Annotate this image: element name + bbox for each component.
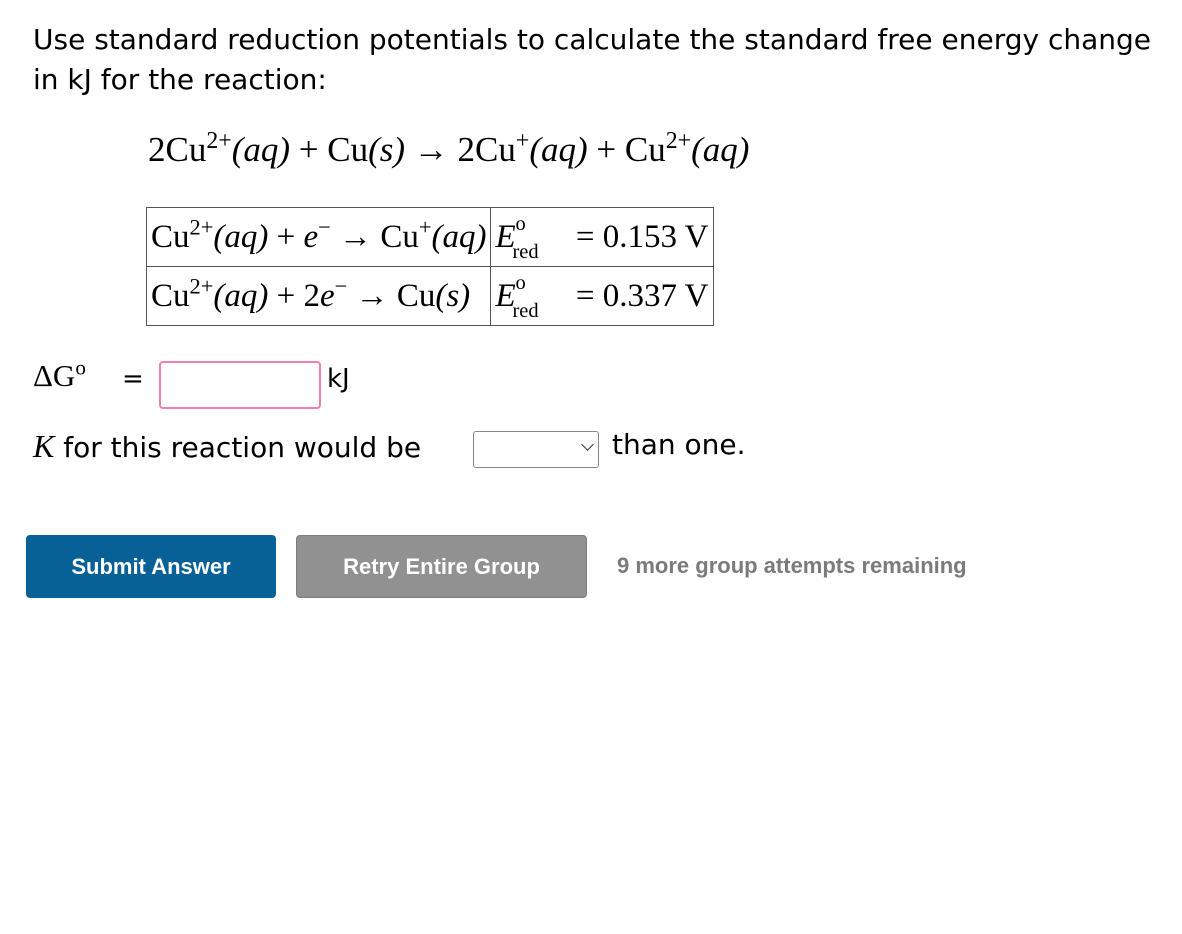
k-statement: K for this reaction would be: [33, 428, 422, 464]
product-2: Cu2+(aq): [624, 127, 750, 169]
product-1: 2Cu+(aq): [457, 127, 588, 169]
delta-g-label: ΔGo: [33, 355, 86, 393]
table-row: Cu2+(aq) + e− → Cu+(aq) Eo red = 0.153 V: [145, 207, 714, 267]
question-text: Use standard reduction potentials to cal…: [33, 23, 1152, 96]
chevron-down-icon: [581, 438, 594, 451]
overall-reaction: 2Cu2+(aq) + Cu(s) → 2Cu+(aq) + Cu2+(aq): [148, 127, 750, 169]
retry-group-button[interactable]: Retry Entire Group: [296, 535, 587, 598]
half-reaction-cell: Cu2+(aq) + 2e− → Cu(s): [145, 266, 492, 326]
unit-label: kJ: [327, 364, 350, 394]
delta-g-input[interactable]: [159, 361, 321, 409]
potential-cell: Eo red = 0.153 V: [490, 207, 714, 267]
potential-cell: Eo red = 0.337 V: [490, 266, 714, 326]
reduction-potentials-table: Cu2+(aq) + e− → Cu+(aq) Eo red = 0.153 V …: [145, 207, 714, 326]
equals-sign: =: [122, 364, 144, 394]
comparison-dropdown[interactable]: [473, 431, 599, 468]
reactant-1: 2Cu2+(aq): [148, 127, 290, 169]
k-suffix: than one.: [612, 428, 746, 461]
attempts-remaining: 9 more group attempts remaining: [617, 553, 967, 578]
submit-answer-button[interactable]: Submit Answer: [26, 535, 276, 598]
reaction-arrow: →: [405, 130, 458, 169]
reactant-2: Cu(s): [327, 130, 406, 169]
table-row: Cu2+(aq) + 2e− → Cu(s) Eo red = 0.337 V: [145, 266, 714, 326]
half-reaction-cell: Cu2+(aq) + e− → Cu+(aq): [145, 207, 492, 267]
